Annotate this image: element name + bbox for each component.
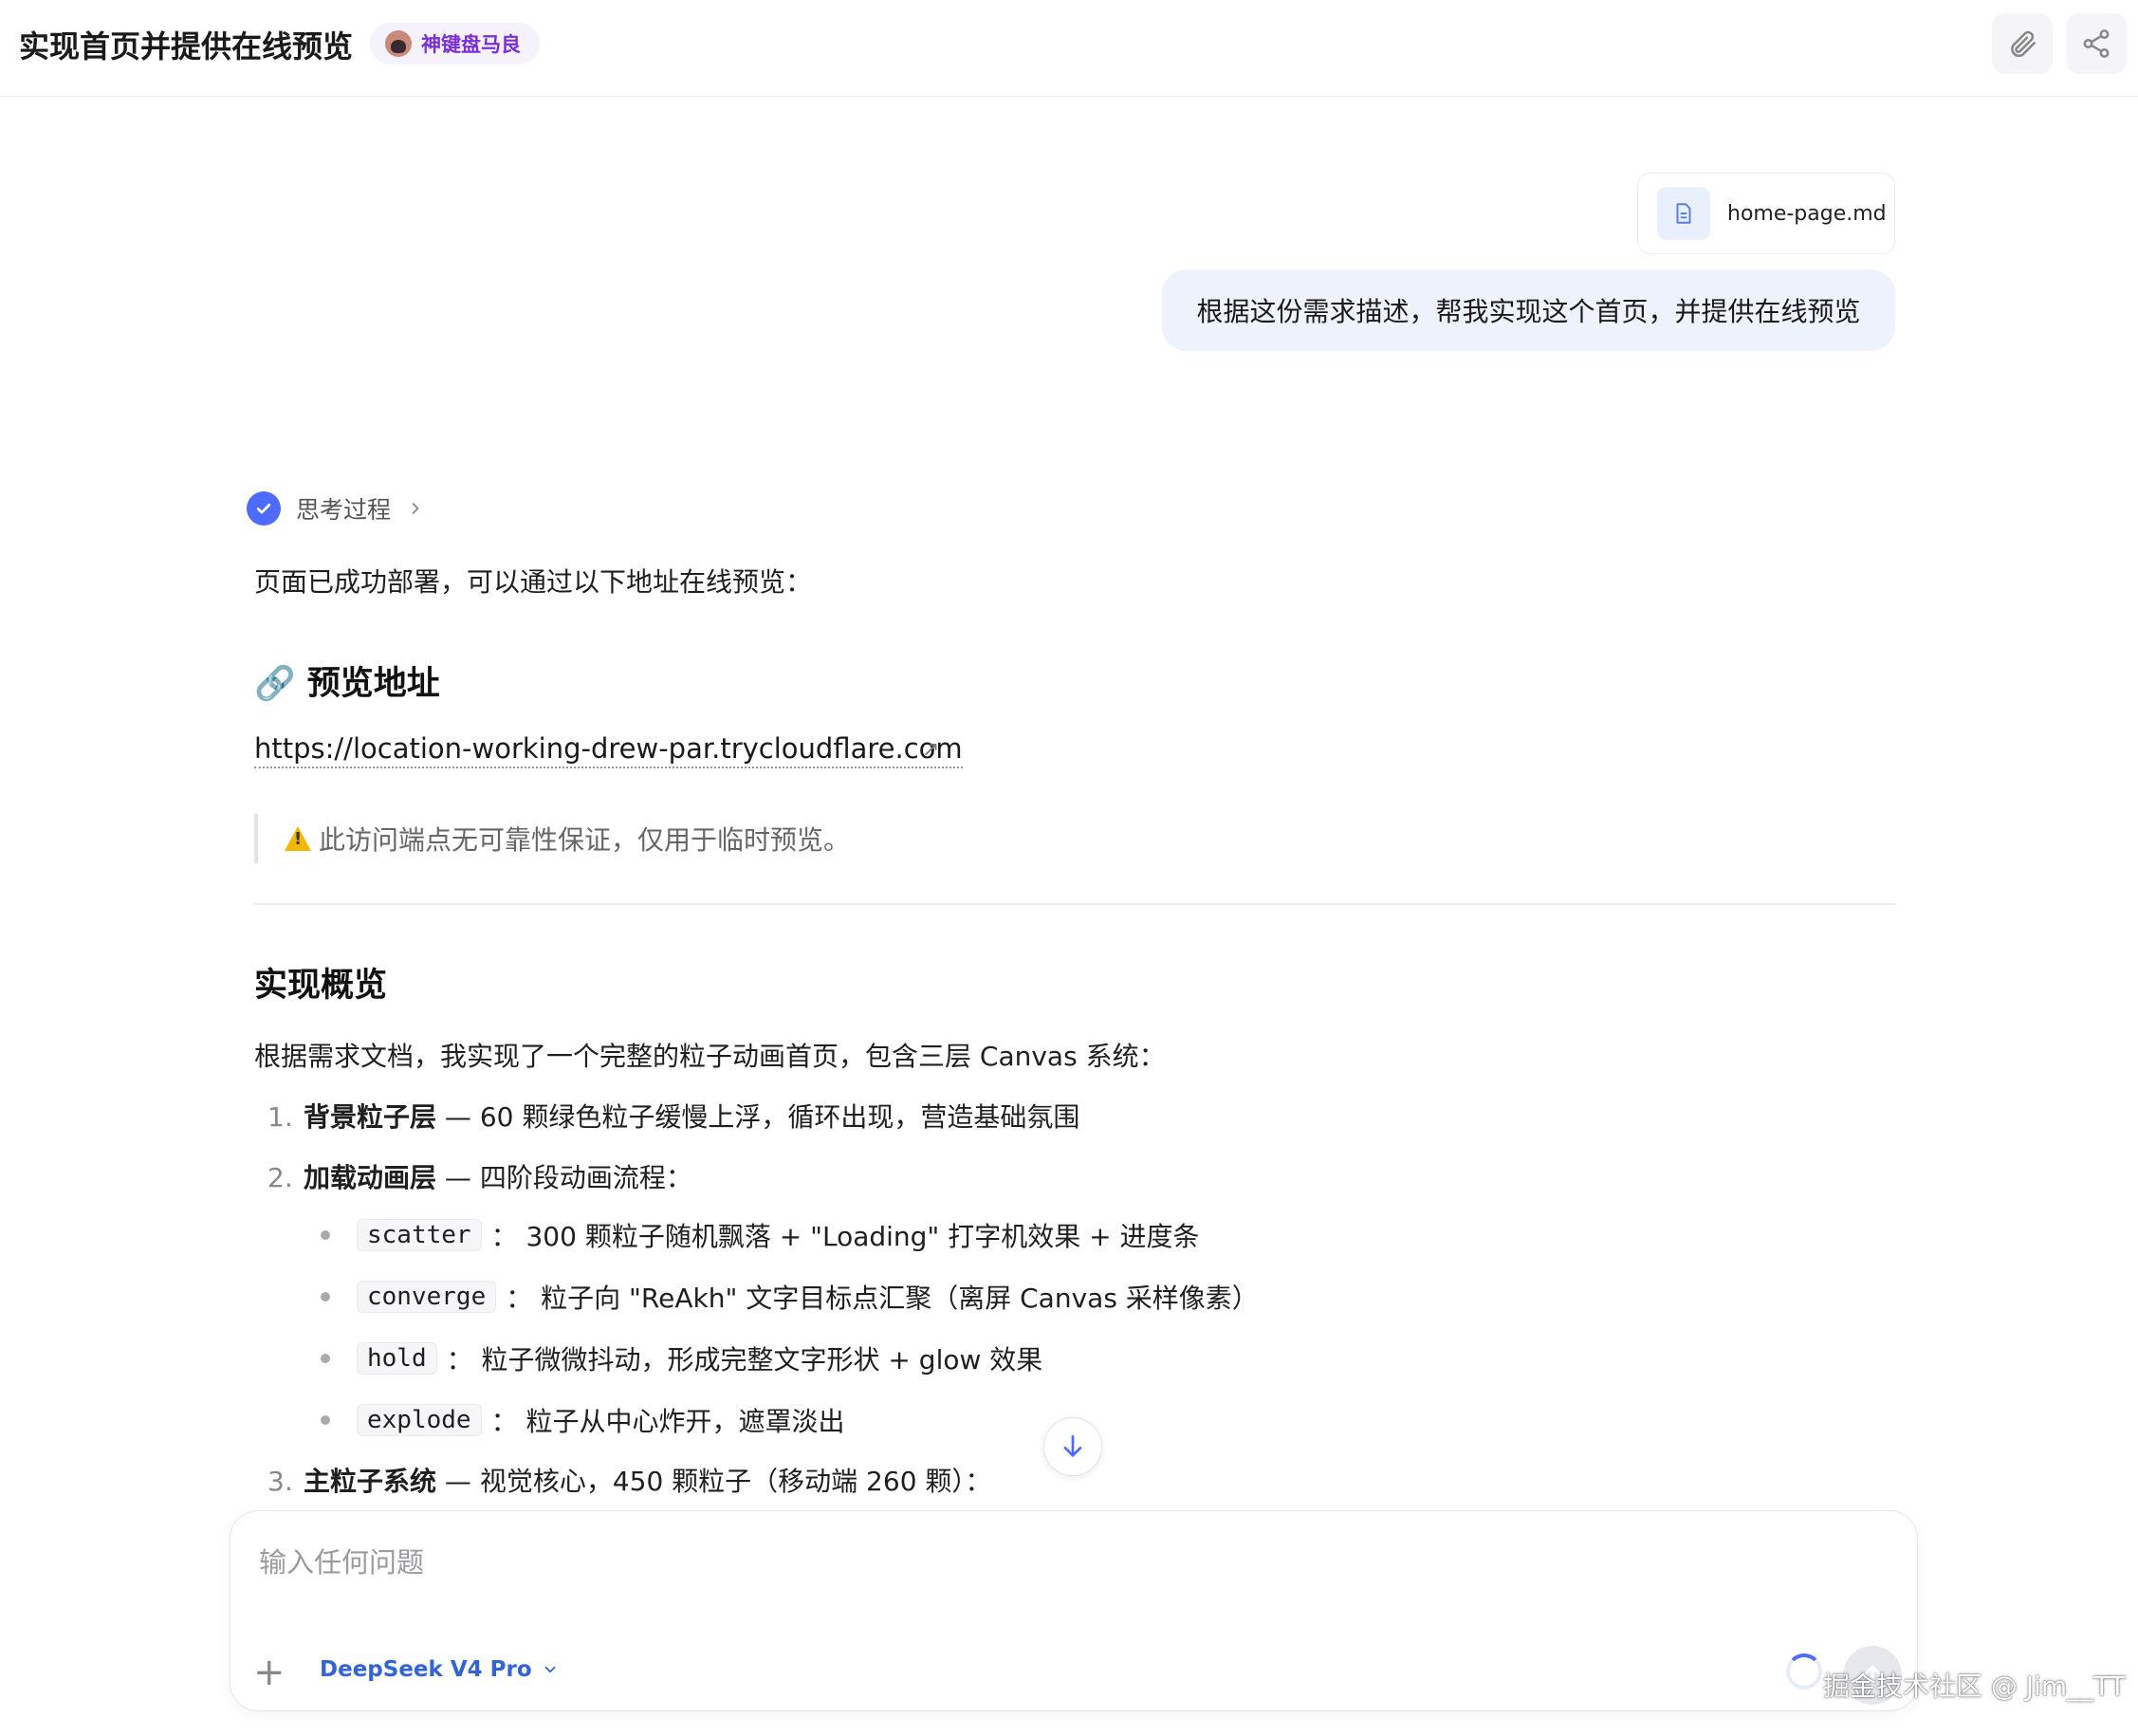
thinking-toggle[interactable]: 思考过程 xyxy=(247,491,425,526)
external-link-icon[interactable]: ↗ xyxy=(922,738,939,762)
overview-heading: 实现概览 xyxy=(254,967,388,1005)
model-selector[interactable]: DeepSeek V4 Pro xyxy=(320,1657,559,1682)
sub-list-item: explode： 粒子从中心炸开，遮罩淡出 xyxy=(321,1401,844,1439)
chevron-down-icon xyxy=(544,1666,556,1673)
thinking-label: 思考过程 xyxy=(296,496,392,524)
composer: + DeepSeek V4 Pro xyxy=(230,1510,1918,1711)
check-circle-icon xyxy=(247,491,281,526)
warning-icon xyxy=(285,826,311,851)
share-button[interactable] xyxy=(2066,13,2127,74)
inline-code: explode xyxy=(357,1404,482,1436)
chevron-right-icon xyxy=(412,503,419,514)
paperclip-icon xyxy=(2011,30,2037,58)
user-message-bubble: 根据这份需求描述，帮我实现这个首页，并提供在线预览 xyxy=(1162,269,1895,351)
divider xyxy=(254,903,1895,905)
page-title: 实现首页并提供在线预览 xyxy=(19,28,354,65)
scroll-to-bottom-button[interactable] xyxy=(1043,1417,1102,1476)
attachment-chip[interactable]: home-page.md xyxy=(1637,173,1895,254)
watermark: 掘金技术社区 @ Jim__TT xyxy=(1823,1671,2126,1702)
preview-link[interactable]: https://location-working-drew-par.tryclo… xyxy=(254,732,963,768)
warning-text: 此访问端点无可靠性保证，仅用于临时预览。 xyxy=(319,824,851,856)
share-icon xyxy=(2083,29,2110,58)
document-icon xyxy=(1657,187,1710,240)
warning-blockquote: 此访问端点无可靠性保证，仅用于临时预览。 xyxy=(254,814,850,863)
agent-badge-label: 神键盘马良 xyxy=(421,33,521,56)
plus-icon[interactable]: + xyxy=(253,1653,286,1691)
agent-badge[interactable]: 神键盘马良 xyxy=(370,23,540,65)
sub-list-item: converge： 粒子向 "ReAkh" 文字目标点汇聚（离屏 Canvas … xyxy=(321,1278,1259,1316)
loading-spinner-icon xyxy=(1786,1653,1822,1690)
overview-intro: 根据需求文档，我实现了一个完整的粒子动画首页，包含三层 Canvas 系统： xyxy=(254,1041,1166,1072)
inline-code: scatter xyxy=(357,1219,482,1251)
inline-code: hold xyxy=(357,1342,437,1375)
intro-text: 页面已成功部署，可以通过以下地址在线预览： xyxy=(254,566,813,598)
agent-avatar xyxy=(385,30,412,57)
list-item: 1. 背景粒子层 — 60 颗绿色粒子缓慢上浮，循环出现，营造基础氛围 xyxy=(267,1101,1080,1133)
attach-button[interactable] xyxy=(1992,13,2053,74)
preview-heading: 🔗 预览地址 xyxy=(254,665,440,703)
attachment-name: home-page.md xyxy=(1727,201,1887,226)
inline-code: converge xyxy=(357,1281,497,1313)
model-label: DeepSeek V4 Pro xyxy=(320,1657,532,1682)
message-input[interactable] xyxy=(259,1534,1871,1591)
sub-list-item: hold： 粒子微微抖动，形成完整文字形状 + glow 效果 xyxy=(321,1339,1042,1377)
list-item: 2. 加载动画层 — 四阶段动画流程： xyxy=(267,1162,692,1193)
top-bar: 实现首页并提供在线预览 神键盘马良 xyxy=(0,0,2138,97)
sub-list-item: scatter： 300 颗粒子随机飘落 + "Loading" 打字机效果 +… xyxy=(321,1216,1199,1254)
arrow-down-icon xyxy=(1063,1435,1082,1457)
list-item: 3. 主粒子系统 — 视觉核心，450 颗粒子（移动端 260 颗）： xyxy=(267,1466,992,1497)
